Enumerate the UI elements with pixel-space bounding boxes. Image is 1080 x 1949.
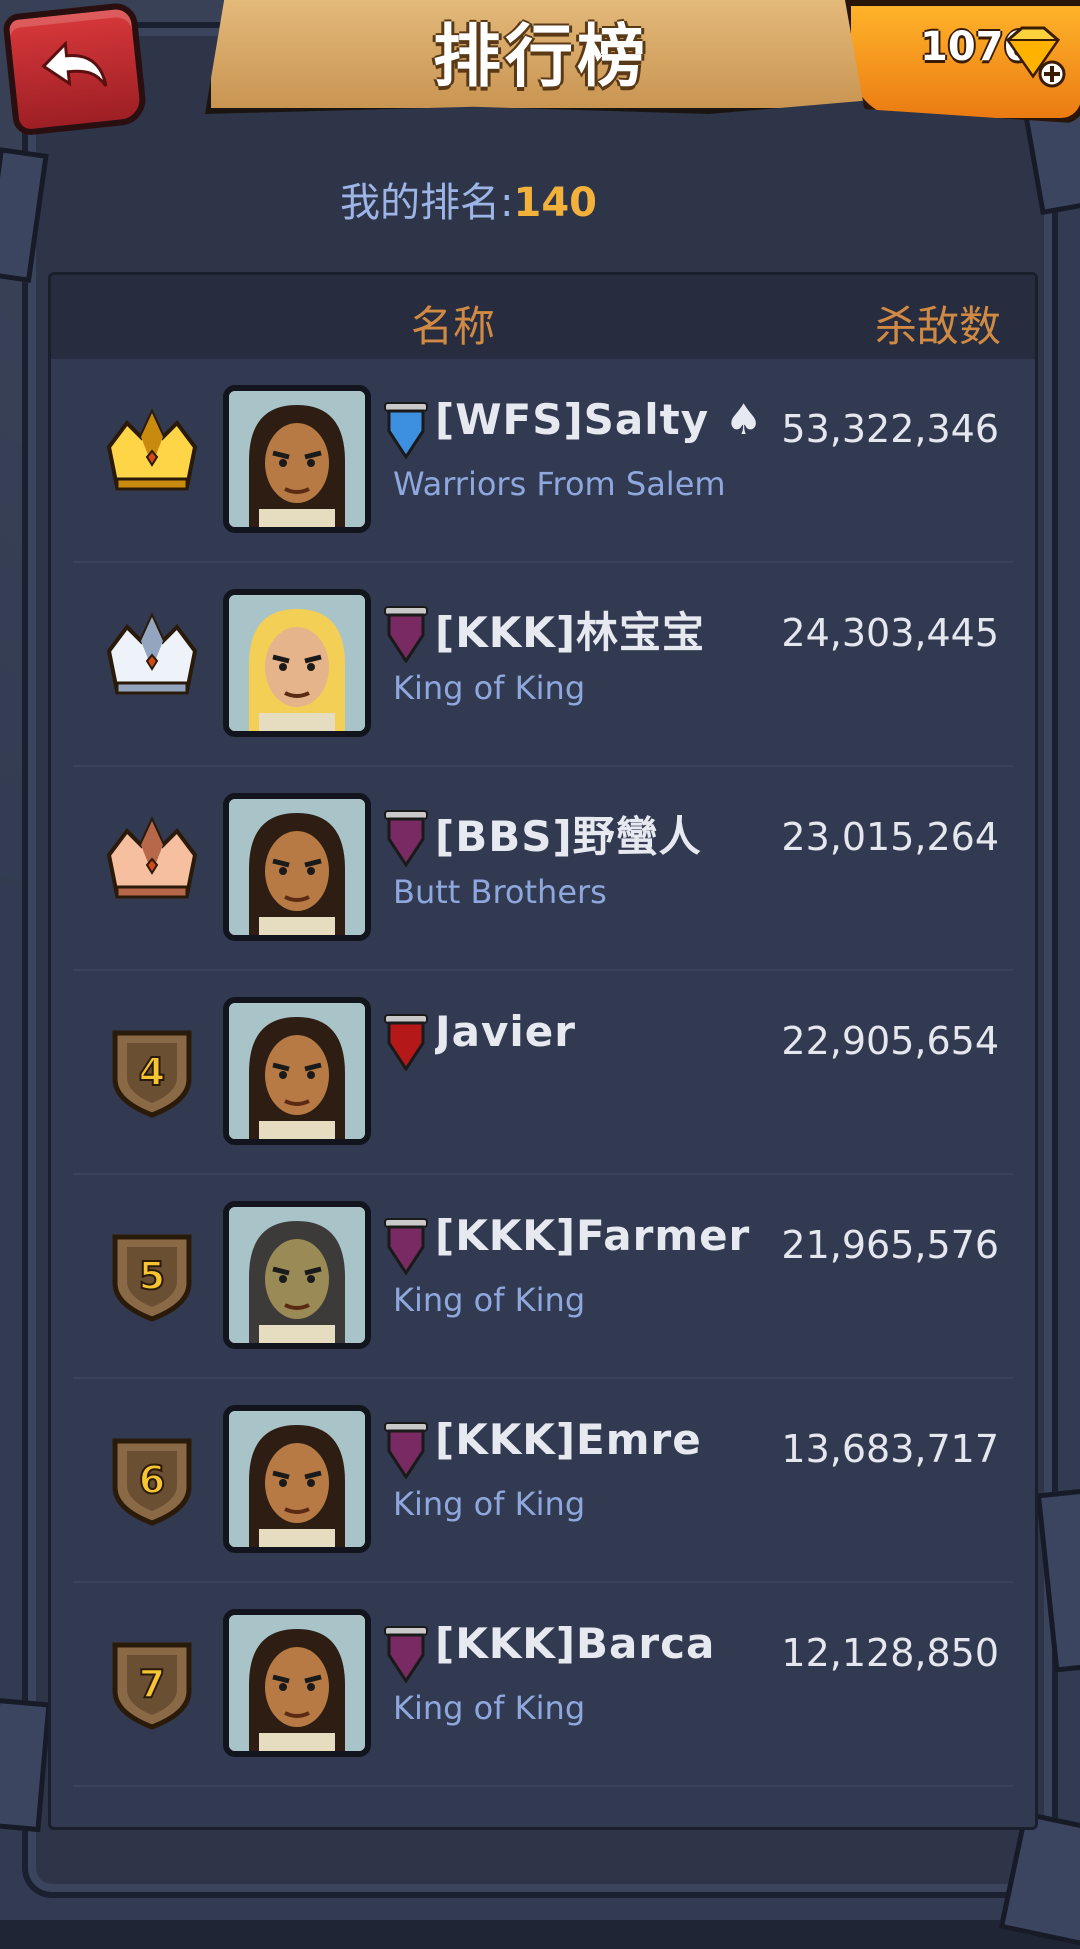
kill-count: 53,322,346 [781,407,999,451]
leaderboard-row[interactable]: [BBS]野蠻人 Butt Brothers 23,015,264 [73,767,1013,971]
gold-crown-icon [106,408,198,491]
leaderboard-row[interactable]: 5 [KKK]Farmer King of King 21,965,576 [73,1175,1013,1379]
avatar[interactable] [223,1609,371,1757]
avatar[interactable] [223,1201,371,1349]
guild-name: Warriors From Salem [393,465,726,503]
back-arrow-icon [41,40,108,87]
kill-count: 22,905,654 [781,1019,999,1063]
rank-badge: 5 [103,1223,201,1323]
rogue-avatar [229,1411,365,1547]
rank-number: 5 [139,1254,165,1298]
rank-badge [103,407,201,507]
guild-flag-icon [384,810,428,868]
leaderboard-row[interactable]: [WFS]Salty ♠ Out... Warriors From Salem … [73,359,1013,563]
table-header: 名称 杀敌数 [51,275,1035,359]
rank-badge [103,611,201,711]
guild-flag-icon [384,1014,428,1072]
rank-badge [103,815,201,915]
guild-flag-icon [384,1218,428,1276]
rank-shield-icon: 4 [112,1030,192,1118]
avatar[interactable] [223,385,371,533]
rank-number: 4 [139,1050,165,1094]
kill-count: 12,128,850 [781,1631,999,1675]
silver-crown-icon [106,612,198,695]
kill-count: 13,683,717 [781,1427,999,1471]
my-rank-value: 140 [513,180,597,226]
player-name: Javier [435,1007,576,1056]
leaderboard-row[interactable]: 7 [KKK]Barca King of King 12,128,850 [73,1583,1013,1787]
barbarian-avatar [229,1003,365,1139]
rank-shield-icon: 6 [112,1438,192,1526]
guild-name: King of King [393,1281,586,1319]
column-header-name: 名称 [411,302,496,351]
player-name: [KKK]Emre [435,1415,702,1464]
guild-flag [383,1421,429,1480]
guild-flag [383,1217,429,1276]
my-rank-label: 我的排名: [340,180,514,226]
rogue-avatar [229,1615,365,1751]
rank-shield-icon: 7 [112,1642,192,1730]
player-name: [KKK]林宝宝 [435,608,706,657]
rank-shield-icon: 5 [112,1234,192,1322]
avatar[interactable] [223,997,371,1145]
column-header-kills: 杀敌数 [874,302,1001,351]
player-name: [KKK]Farmer [435,1211,751,1260]
guild-name: Butt Brothers [393,873,607,911]
page-title: 排行榜 [432,17,649,97]
kill-count: 24,303,445 [781,611,999,655]
rank-badge: 4 [103,1019,201,1119]
title-banner: 排行榜 [205,0,877,114]
rank-number: 6 [139,1458,165,1502]
guild-flag [383,401,429,460]
leaderboard-row[interactable]: 4 Javier 22,905,654 [73,971,1013,1175]
rank-badge: 7 [103,1631,201,1731]
guild-flag-icon [384,1626,428,1684]
guild-flag-icon [384,1422,428,1480]
guild-flag [383,605,429,664]
player-name: [WFS]Salty ♠ Out... [435,395,775,444]
leaderboard-row[interactable]: 6 [KKK]Emre King of King 13,683,717 [73,1379,1013,1583]
guild-name: King of King [393,669,586,707]
diamond-plus-icon[interactable] [1000,22,1066,88]
leaderboard-list[interactable]: [WFS]Salty ♠ Out... Warriors From Salem … [51,359,1035,1787]
player-name: [KKK]Barca [435,1619,716,1668]
player-name: [BBS]野蠻人 [435,812,702,861]
avatar[interactable] [223,1405,371,1553]
rank-number: 7 [139,1662,165,1706]
guild-flag-icon [384,402,428,460]
leaderboard-row[interactable]: [KKK]林宝宝 King of King 24,303,445 [73,563,1013,767]
barbarian-avatar [229,391,365,527]
back-button[interactable] [1,1,149,137]
avatar[interactable] [223,589,371,737]
rank-badge: 6 [103,1427,201,1527]
guild-flag [383,1625,429,1684]
guild-flag [383,809,429,868]
kill-count: 21,965,576 [781,1223,999,1267]
kill-count: 23,015,264 [781,815,999,859]
guild-name: King of King [393,1689,586,1727]
guild-flag-icon [384,606,428,664]
beast-avatar [229,1207,365,1343]
bronze-crown-icon [106,816,198,899]
barbarian-avatar [229,799,365,935]
avatar[interactable] [223,793,371,941]
guild-name: King of King [393,1485,586,1523]
guild-flag [383,1013,429,1072]
leaderboard-panel: 名称 杀敌数 [WFS]Salty ♠ Out... Warriors From… [48,272,1038,1830]
blonde-avatar [229,595,365,731]
my-rank: 我的排名:140 [340,170,597,228]
